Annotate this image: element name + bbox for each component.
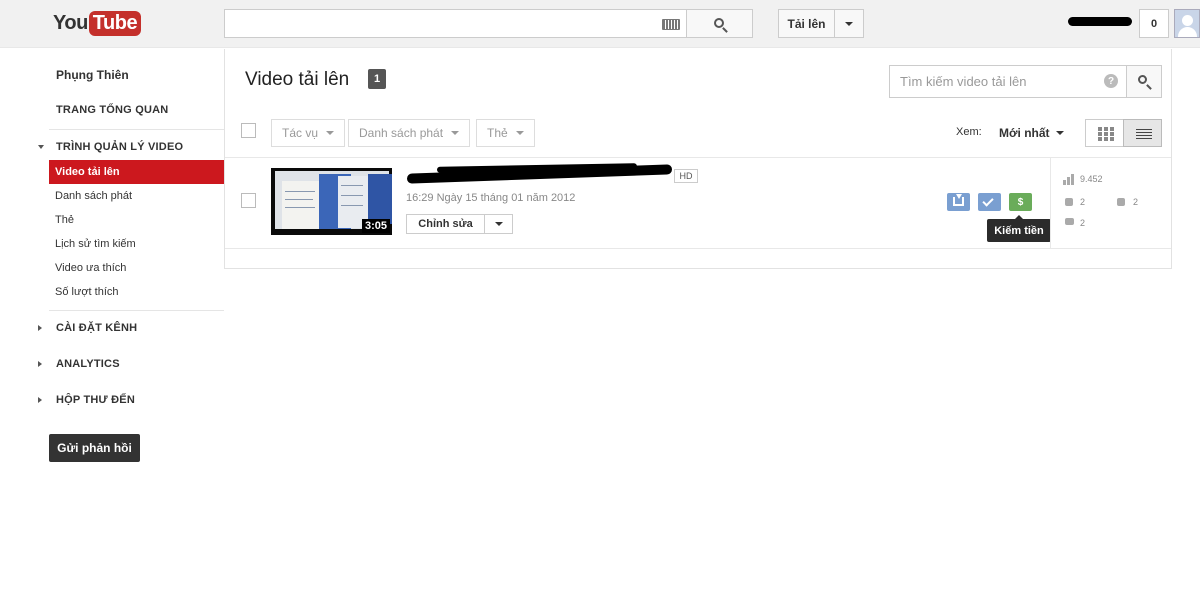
uploads-search-placeholder: Tìm kiếm video tải lên [900,74,1027,89]
sidebar-item-channel-settings[interactable]: CÀI ĐẶT KÊNH [56,322,137,334]
chevron-down-icon [495,222,503,226]
search-icon [1138,75,1147,84]
main-panel: Video tải lên 1 Tìm kiếm video tải lên ?… [224,49,1172,269]
dislikes-count: 2 [1133,197,1139,207]
page-title: Video tải lên [245,69,350,90]
grid-view-button[interactable] [1085,119,1124,147]
expand-right-icon[interactable] [38,397,42,403]
video-thumbnail[interactable]: 3:05 [271,168,392,235]
download-button[interactable] [947,193,970,211]
hd-badge: HD [674,169,698,183]
upload-button[interactable]: Tải lên [778,9,835,38]
chevron-down-icon [326,131,335,135]
chevron-down-icon [515,131,524,135]
comments-count: 2 [1080,218,1086,228]
sidebar-item-likes[interactable]: Số lượt thích [49,280,224,304]
uploads-search-input[interactable]: Tìm kiếm video tải lên ? [889,65,1127,98]
search-button[interactable] [687,9,753,38]
views-icon [1063,174,1075,185]
search-icon [714,18,724,28]
sidebar-username[interactable]: Phụng Thiên [56,68,129,82]
keyboard-icon[interactable] [662,19,680,30]
logo-tube: Tube [88,10,142,36]
dollar-icon: $ [1017,196,1024,208]
actions-label: Tác vụ [282,126,319,140]
chevron-down-icon [845,22,853,26]
likes-count: 2 [1080,197,1086,207]
divider [225,248,1171,249]
sort-dropdown[interactable]: Mới nhất [999,126,1050,140]
expand-right-icon[interactable] [38,361,42,367]
list-view-button[interactable] [1123,119,1162,147]
video-duration: 3:05 [361,219,390,233]
download-icon [953,194,964,206]
sidebar-item-playlists[interactable]: Danh sách phát [49,184,224,208]
playlists-dropdown[interactable]: Danh sách phát [348,119,471,147]
divider [1050,157,1051,248]
logo-you: You [53,11,88,34]
thumbs-down-icon [1117,198,1125,206]
divider [225,157,1171,158]
actions-dropdown[interactable]: Tác vụ [271,119,346,147]
username-redacted[interactable] [1068,17,1132,26]
chevron-down-icon [451,131,460,135]
select-all-checkbox[interactable] [241,123,256,138]
edit-button[interactable]: Chỉnh sửa [406,214,485,234]
monetize-tooltip: Kiếm tiền [987,215,1051,242]
edit-menu-button[interactable] [484,214,513,234]
public-status-button[interactable] [978,193,1001,211]
chevron-down-icon[interactable] [1056,131,1064,135]
video-title-redacted[interactable] [407,164,672,184]
monetize-button[interactable]: $ [1009,193,1032,211]
divider [49,310,224,311]
expand-right-icon[interactable] [38,325,42,331]
views-count: 9.452 [1080,174,1103,184]
video-select-checkbox[interactable] [241,193,256,208]
tags-dropdown[interactable]: Thẻ [476,119,535,147]
masthead: You Tube Tải lên 0 [0,0,1200,48]
sidebar-item-tags[interactable]: Thẻ [49,208,224,232]
sidebar-item-video-manager[interactable]: TRÌNH QUẢN LÝ VIDEO [56,141,183,153]
sidebar-item-favorites[interactable]: Video ưa thích [49,256,224,280]
avatar[interactable] [1174,9,1200,38]
feedback-button[interactable]: Gửi phản hồi [49,434,140,462]
check-icon [982,195,994,207]
comment-icon [1065,218,1074,225]
view-label: Xem: [956,126,982,138]
video-count-badge: 1 [368,69,386,89]
upload-menu-button[interactable] [834,9,864,38]
thumbs-up-icon [1065,198,1073,206]
help-icon[interactable]: ? [1104,74,1118,88]
search-input[interactable] [224,9,687,38]
expand-down-icon[interactable] [38,145,44,149]
sidebar-item-search-history[interactable]: Lịch sử tìm kiếm [49,232,224,256]
youtube-logo[interactable]: You Tube [53,9,142,37]
uploads-search-button[interactable] [1126,65,1162,98]
divider [49,129,224,130]
playlists-label: Danh sách phát [359,126,444,140]
tags-label: Thẻ [487,126,508,140]
video-upload-date: 16:29 Ngày 15 tháng 01 năm 2012 [406,192,576,204]
notification-count[interactable]: 0 [1139,9,1169,38]
sidebar-item-inbox[interactable]: HỘP THƯ ĐẾN [56,394,135,406]
sidebar-item-dashboard[interactable]: TRANG TỔNG QUAN [56,104,168,116]
sidebar-item-analytics[interactable]: ANALYTICS [56,358,120,370]
sidebar-item-uploads[interactable]: Video tải lên [49,160,224,184]
